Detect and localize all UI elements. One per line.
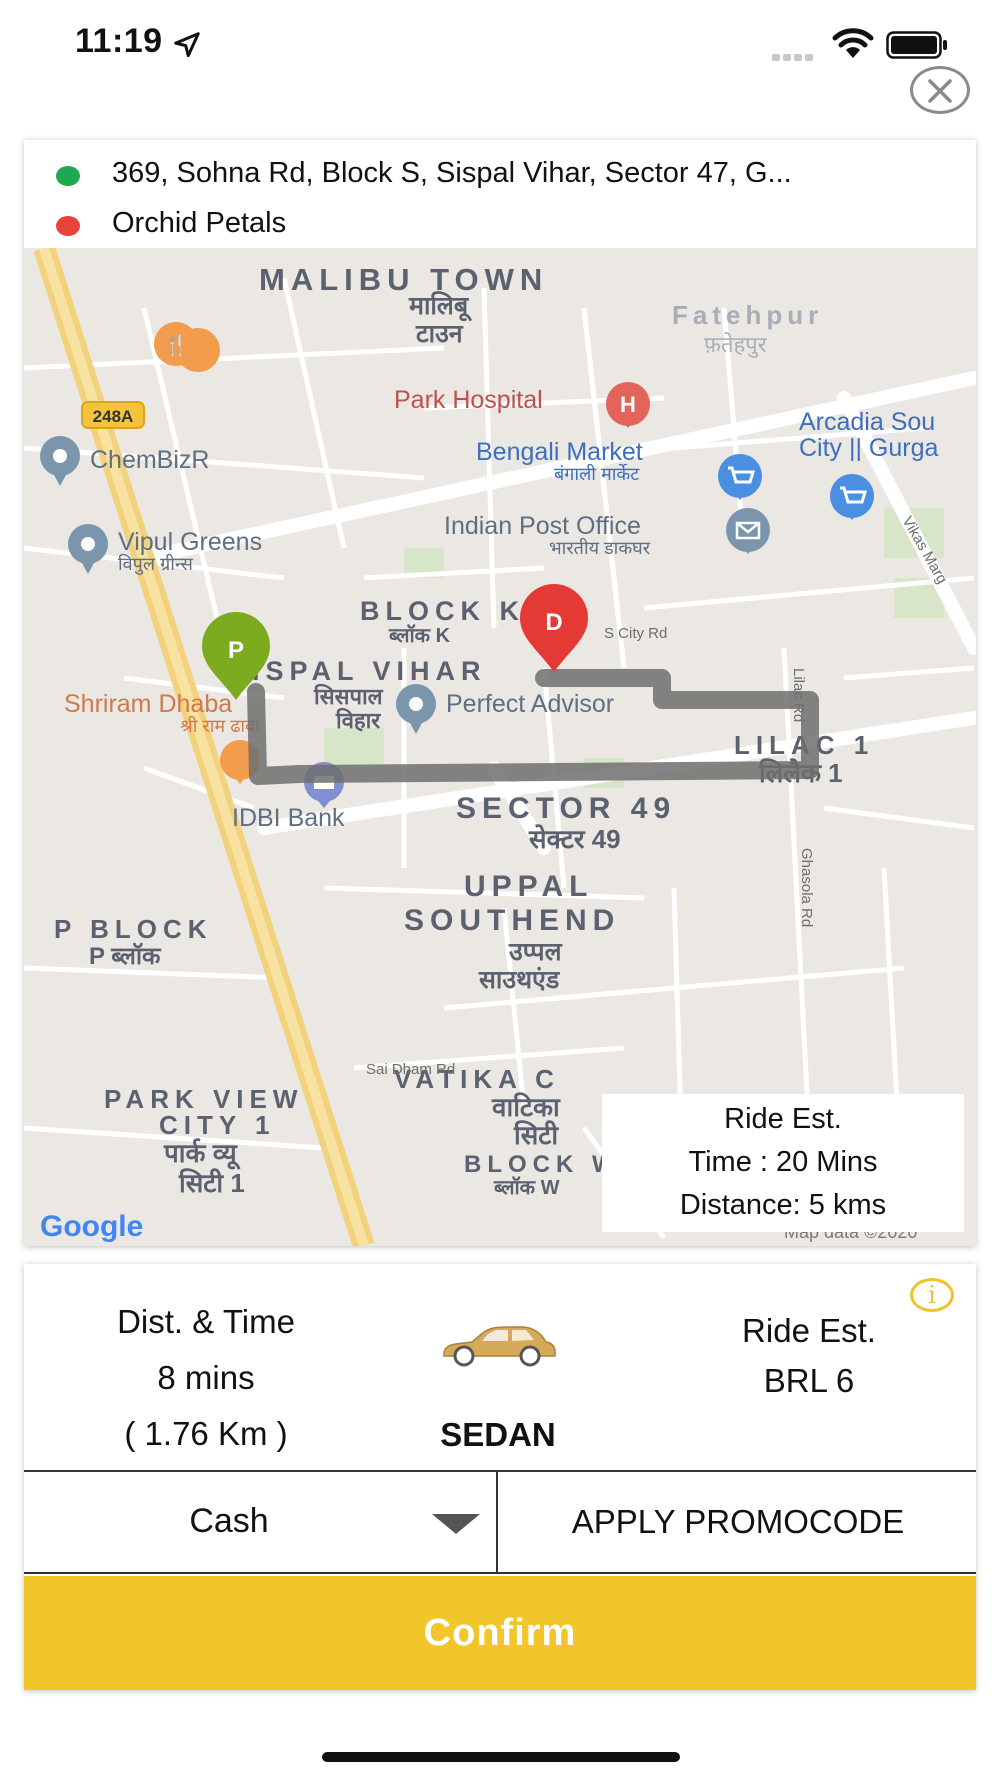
ride-estimate-overlay: Ride Est. Time : 20 Mins Distance: 5 kms (602, 1094, 964, 1232)
map-label-bengali-market-hindi: बंगाली मार्केट (554, 463, 640, 484)
map-label-malibu-town: MALIBU TOWN (259, 262, 548, 297)
payment-row: Cash APPLY PROMOCODE (24, 1470, 976, 1574)
map-label-uppal-hindi-2: साउथएंड (478, 966, 561, 994)
map-label-southend: SOUTHEND (404, 904, 620, 937)
dropdown-caret-icon (432, 1514, 480, 1534)
confirm-button[interactable]: Confirm (24, 1576, 976, 1690)
google-logo: Google (40, 1210, 143, 1243)
map-label-fatehpur-hindi: फ़तेहपुर (704, 332, 768, 358)
fare-value: BRL 6 (763, 1362, 855, 1399)
map-label-chembizr: ChemBizR (90, 446, 209, 474)
map-label-idbi-bank: IDBI Bank (232, 804, 345, 832)
map-label-vipul-greens: Vipul Greens (118, 528, 262, 556)
map-label-malibu-hindi-2: टाउन (415, 320, 464, 348)
fare-section: Ride Est. BRL 6 (664, 1306, 954, 1406)
fare-label: Ride Est. (742, 1312, 876, 1349)
close-button[interactable] (910, 66, 970, 114)
svg-text:Google: Google (40, 1210, 143, 1243)
svg-text:P: P (228, 637, 244, 664)
home-indicator[interactable] (322, 1752, 680, 1762)
location-arrow-icon (174, 32, 200, 58)
trip-distance: ( 1.76 Km ) (124, 1415, 288, 1452)
map-label-park-view-hindi-2: सिटी 1 (178, 1168, 245, 1198)
map-label-indian-post: Indian Post Office (444, 512, 641, 540)
ride-estimate-distance: Distance: 5 kms (679, 1189, 887, 1221)
map-label-route-248a: 248A (93, 407, 134, 426)
route-map[interactable]: 248A MALIBU TOWN BLOCK K SISPAL VIHAR LI… (24, 248, 976, 1246)
map-label-malibu-hindi-1: मालिबू (408, 291, 472, 322)
map-label-s-city-rd: S City Rd (604, 625, 667, 642)
drop-address-row[interactable]: Orchid Petals (24, 198, 976, 248)
drop-address: Orchid Petals (112, 207, 287, 239)
map-label-perfect-advisor: Perfect Advisor (446, 690, 614, 718)
vehicle-section[interactable]: SEDAN (378, 1324, 618, 1454)
map-label-park-view-city: CITY 1 (159, 1110, 275, 1140)
map-label-vatika-hindi-1: वाटिका (491, 1092, 561, 1122)
svg-text:D: D (545, 609, 562, 636)
route-card: 369, Sohna Rd, Block S, Sispal Vihar, Se… (24, 140, 976, 1246)
map-label-block-k: BLOCK K (360, 596, 525, 626)
dist-time-label: Dist. & Time (117, 1303, 295, 1340)
apply-promocode-button[interactable]: APPLY PROMOCODE (500, 1472, 976, 1572)
map-label-sispal-hindi-1: सिसपाल (313, 683, 384, 709)
map-label-arcadia-2: City || Gurga (799, 434, 939, 462)
drop-dot-icon (56, 216, 80, 236)
wifi-icon (832, 28, 874, 58)
ride-estimate-title: Ride Est. (724, 1103, 842, 1135)
map-label-sispal-hindi-2: विहार (335, 707, 381, 733)
vehicle-type: SEDAN (440, 1416, 556, 1453)
car-icon (443, 1326, 556, 1367)
map-label-indian-post-hindi: भारतीय डाकघर (549, 537, 651, 558)
map-label-sispal-vihar: SISPAL VIHAR (228, 656, 487, 686)
map-label-arcadia-1: Arcadia Sou (799, 408, 935, 436)
pickup-address-row[interactable]: 369, Sohna Rd, Block S, Sispal Vihar, Se… (24, 148, 976, 198)
map-label-block-k-hindi: ब्लॉक K (388, 624, 451, 647)
map-label-block-w-hindi: ब्लॉक W (493, 1176, 560, 1199)
map-label-vatika-hindi-2: सिटी (513, 1120, 559, 1150)
map-label-block-w: BLOCK W (464, 1151, 621, 1178)
booking-card: i Dist. & Time 8 mins ( 1.76 Km ) SEDAN … (24, 1264, 976, 1690)
map-label-park-hospital: Park Hospital (394, 386, 543, 414)
battery-icon (886, 31, 947, 59)
map-label-uppal-hindi-1: उप्पल (508, 938, 563, 966)
payment-method-select[interactable]: Cash (24, 1472, 498, 1572)
map-label-bengali-market: Bengali Market (476, 438, 643, 466)
distance-time-section: Dist. & Time 8 mins ( 1.76 Km ) (44, 1294, 368, 1462)
map-label-shriram-dhaba: Shriram Dhaba (64, 690, 232, 718)
map-label-sector-49: SECTOR 49 (456, 792, 676, 825)
status-time: 11:19 (75, 22, 163, 60)
status-bar: 11:19 (0, 0, 1000, 90)
map-label-uppal: UPPAL (464, 870, 593, 903)
map-label-sai-dham-rd: Sai Dham Rd (366, 1061, 455, 1078)
payment-method-label: Cash (189, 1502, 269, 1540)
pickup-address: 369, Sohna Rd, Block S, Sispal Vihar, Se… (112, 157, 792, 189)
map-label-ghasola-rd: Ghasola Rd (798, 848, 815, 927)
svg-text:🍴: 🍴 (164, 333, 189, 357)
map-label-p-block: P BLOCK (54, 914, 213, 944)
ride-estimate-time: Time : 20 Mins (688, 1146, 878, 1178)
map-label-park-view-hindi-1: पार्क व्यू (163, 1138, 242, 1170)
pickup-dot-icon (56, 166, 80, 186)
map-label-p-block-hindi: P ब्लॉक (89, 942, 162, 970)
close-icon (928, 79, 952, 103)
map-label-vipul-greens-hindi: विपुल ग्रीन्स (118, 553, 194, 575)
cellular-signal-icon (772, 48, 820, 61)
map-label-fatehpur: Fatehpur (672, 300, 823, 330)
svg-text:H: H (620, 392, 636, 417)
trip-duration: 8 mins (157, 1359, 255, 1396)
map-label-sector-49-hindi: सेक्टर 49 (528, 824, 621, 854)
